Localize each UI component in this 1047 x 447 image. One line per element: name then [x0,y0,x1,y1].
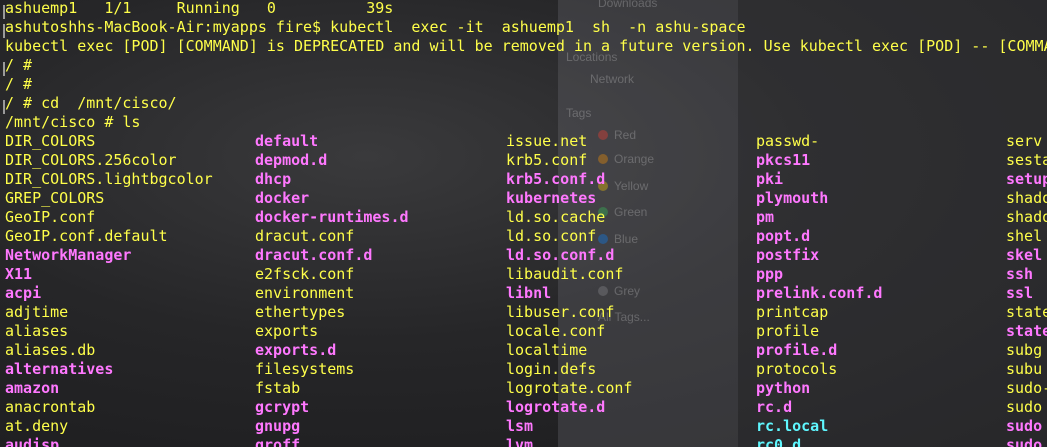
ls-entry-file: subg [1006,341,1043,359]
ls-entry-dir: NetworkManager [5,246,132,264]
ls-entry-file: environment [255,284,355,302]
ls-entry-dir: plymouth [756,189,829,207]
ls-entry-file: at.deny [5,417,69,435]
ls-entry-dir: pm [756,208,775,226]
ls-entry-dir: rc.d [756,398,793,416]
terminal-line-cd-command: / # cd /mnt/cisco/ [5,94,177,112]
ls-entry-file: aliases [5,322,69,340]
ls-entry-dir: sudo [1006,417,1043,435]
terminal-line-exec-command: ashutoshhs-MacBook-Air:myapps fire$ kube… [5,18,746,36]
terminal-line-prompt: / # [5,56,33,74]
ls-entry-file: DIR_COLORS [5,132,96,150]
ls-entry-file: profile [756,322,820,340]
ls-entry-dir: gcrypt [255,398,310,416]
ls-entry-dir: sudo [1006,436,1043,447]
ls-entry-file: shado [1006,208,1047,226]
ls-entry-file: shel [1006,227,1043,245]
ls-entry-file: protocols [756,360,838,378]
ls-entry-file: exports [255,322,319,340]
ls-entry-file: libuser.conf [506,303,615,321]
ls-entry-dir: skel [1006,246,1043,264]
ls-entry-file: dracut.conf [255,227,355,245]
ls-entry-dir: depmod.d [255,151,328,169]
ls-entry-file: ld.so.cache [506,208,606,226]
ls-entry-file: e2fsck.conf [255,265,355,283]
ls-entry-dir: audisp [5,436,60,447]
ls-entry-dir: dhcp [255,170,292,188]
ls-entry-dir: lsm [506,417,534,435]
ls-entry-dir: dracut.conf.d [255,246,373,264]
terminal-line-prompt: / # [5,75,33,93]
ls-entry-dir: pki [756,170,784,188]
ls-entry-dir: docker-runtimes.d [255,208,409,226]
ls-entry-dir: default [255,132,319,150]
ls-entry-file: serv [1006,132,1043,150]
ls-entry-file: ethertypes [255,303,346,321]
ls-entry-dir: krb5.conf.d [506,170,606,188]
ls-entry-dir: docker [255,189,310,207]
ls-entry-file: fstab [255,379,301,397]
ls-entry-file: state [1006,303,1047,321]
terminal-line-ls-command: /mnt/cisco # ls [5,113,141,131]
ls-entry-dir: gnupg [255,417,301,435]
ls-entry-dir: profile.d [756,341,838,359]
ls-entry-file: login.defs [506,360,597,378]
ls-entry-dir: X11 [5,265,33,283]
ls-entry-file: DIR_COLORS.256color [5,151,177,169]
ls-entry-file: logrotate.conf [506,379,633,397]
ls-entry-file: anacrontab [5,398,96,416]
ls-entry-file: sesta [1006,151,1047,169]
ls-entry-file: GeoIP.conf.default [5,227,168,245]
ls-entry-file: GeoIP.conf [5,208,96,226]
ls-entry-dir: kubernetes [506,189,597,207]
ls-entry-dir: exports.d [255,341,337,359]
ls-entry-file: localtime [506,341,588,359]
ls-entry-file: adjtime [5,303,69,321]
ls-entry-dir: groff [255,436,301,447]
ls-entry-file: krb5.conf [506,151,588,169]
ls-entry-dir: logrotate.d [506,398,606,416]
ls-entry-file: shado [1006,189,1047,207]
ls-entry-file: aliases.db [5,341,96,359]
ls-entry-dir: ssl [1006,284,1034,302]
ls-entry-dir: ssh [1006,265,1034,283]
ls-entry-dir: pkcs11 [756,151,811,169]
ls-entry-dir: acpi [5,284,42,302]
terminal-line-pod-status: ashuemp1 1/1 Running 0 39s [5,0,394,17]
ls-entry-dir: lvm [506,436,534,447]
ls-entry-dir: postfix [756,246,820,264]
ls-entry-dir: amazon [5,379,60,397]
ls-entry-file: libaudit.conf [506,265,624,283]
ls-entry-file: printcap [756,303,829,321]
ls-entry-file: subu [1006,360,1043,378]
ls-entry-file: passwd- [756,132,820,150]
terminal-window[interactable]: ashuemp1 1/1 Running 0 39s ashutoshhs-Ma… [0,0,1047,447]
ls-entry-file: filesystems [255,360,355,378]
ls-entry-file: issue.net [506,132,588,150]
ls-entry-file: ld.so.conf [506,227,597,245]
ls-entry-link: rc.local [756,417,829,435]
ls-entry-dir: libnl [506,284,552,302]
ls-entry-link: rc0.d [756,436,802,447]
ls-entry-dir: python [756,379,811,397]
terminal-line-deprecation-warning: kubectl exec [POD] [COMMAND] is DEPRECAT… [5,37,1047,55]
ls-entry-dir: ld.so.conf.d [506,246,615,264]
ls-entry-dir: setup [1006,170,1047,188]
ls-entry-file: sudo- [1006,379,1047,397]
ls-entry-file: GREP_COLORS [5,189,105,207]
ls-entry-dir: state [1006,322,1047,340]
ls-entry-dir: ppp [756,265,784,283]
ls-entry-dir: prelink.conf.d [756,284,883,302]
ls-entry-file: locale.conf [506,322,606,340]
ls-entry-dir: alternatives [5,360,114,378]
ls-entry-file: sudo [1006,398,1043,416]
ls-entry-dir: popt.d [756,227,811,245]
ls-entry-file: DIR_COLORS.lightbgcolor [5,170,213,188]
